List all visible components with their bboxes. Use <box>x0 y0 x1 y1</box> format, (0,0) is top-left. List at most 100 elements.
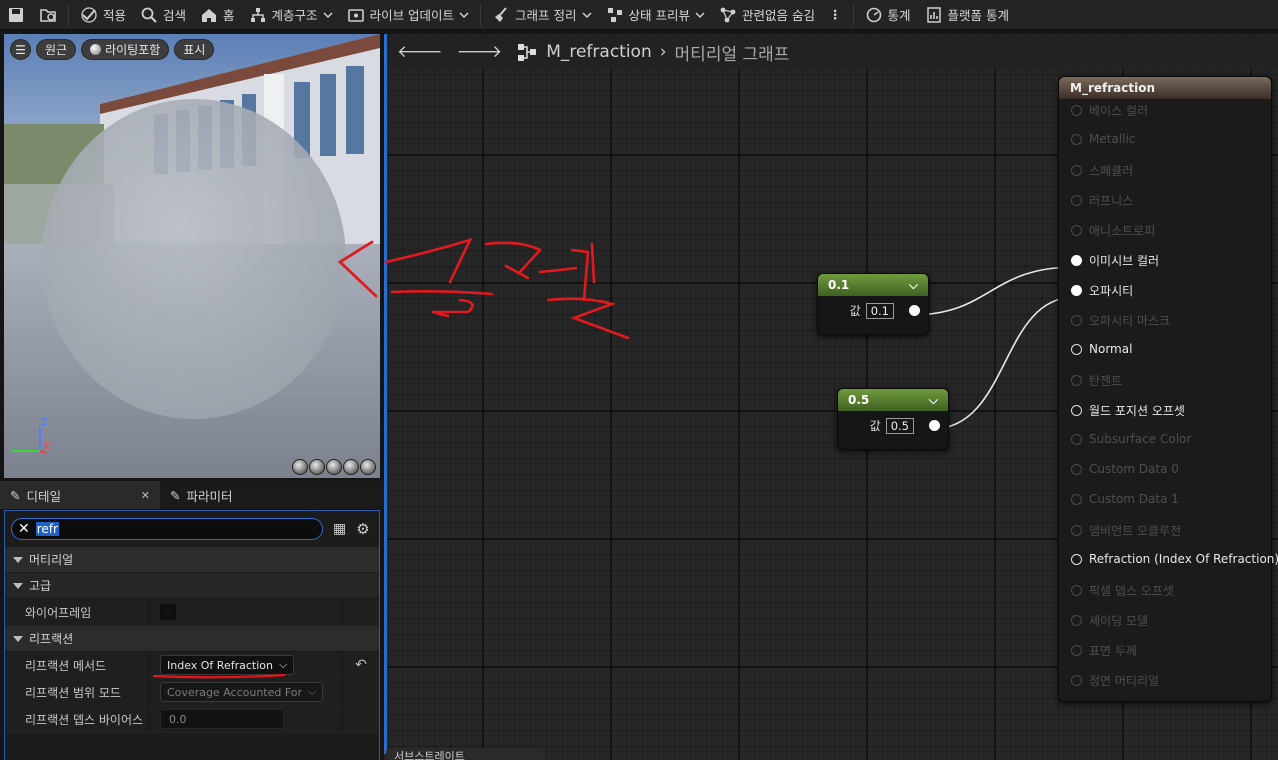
input-pin[interactable] <box>1071 225 1082 236</box>
input-pin[interactable] <box>1071 493 1082 505</box>
viewport-menu-button[interactable]: ☰ <box>10 39 31 60</box>
input-pin[interactable] <box>1071 285 1082 296</box>
back-arrow-icon[interactable]: 🡐 <box>397 42 443 62</box>
save-button[interactable] <box>0 0 32 30</box>
output-pin-row[interactable]: 셰이딩 모델 <box>1071 612 1148 629</box>
pencil-icon: ✎ <box>170 487 181 503</box>
stats-button[interactable]: 통계 <box>858 0 918 30</box>
input-pin[interactable] <box>1071 433 1082 445</box>
node-header[interactable]: 0.5 ⌵ <box>838 389 948 411</box>
wireframe-checkbox[interactable] <box>160 604 176 620</box>
input-pin[interactable] <box>1071 615 1082 626</box>
lit-mode-button[interactable]: 라이팅포함 <box>81 39 170 60</box>
hide-unrelated-button[interactable]: 관련없음 숨김 <box>712 0 822 30</box>
tab-details[interactable]: ✎ 디테일 ✕ <box>0 481 160 509</box>
graph-clean-button[interactable]: 그래프 정리 <box>485 0 598 30</box>
apply-button[interactable]: 적용 <box>73 0 133 30</box>
collapse-chevron-icon[interactable]: ⌵ <box>909 278 918 293</box>
input-pin[interactable] <box>1071 585 1082 596</box>
search-button[interactable]: 검색 <box>133 0 193 30</box>
category-material[interactable]: 머티리얼 <box>5 547 379 573</box>
material-output-node[interactable]: M_refraction 베이스 컬러 Metallic 스페큘러러프니스애니소트로… <box>1058 76 1278 702</box>
output-pin-row[interactable]: Metallic <box>1071 132 1135 146</box>
pin-label: 표면 두께 <box>1089 644 1137 658</box>
table-view-icon[interactable]: ▦ <box>333 521 346 537</box>
refraction-depth-input[interactable]: 0.0 <box>160 709 284 729</box>
output-pin-row[interactable]: 표면 두께 <box>1071 642 1137 659</box>
output-pin-row[interactable]: 애니소트로피 <box>1071 222 1155 239</box>
output-pin[interactable] <box>909 305 920 316</box>
output-pin-row[interactable]: 베이스 컬러 <box>1071 102 1148 119</box>
input-pin[interactable] <box>1071 255 1082 266</box>
live-update-button[interactable]: 라이브 업데이트 <box>340 0 476 30</box>
input-pin[interactable] <box>1071 525 1082 536</box>
show-button[interactable]: 표시 <box>174 39 215 60</box>
platform-stats-button[interactable]: 플랫폼 통계 <box>918 0 1016 30</box>
value-input[interactable]: 0.1 <box>865 302 894 319</box>
output-pin-row[interactable]: Refraction (Index Of Refraction) <box>1071 552 1278 566</box>
input-pin[interactable] <box>1071 553 1082 565</box>
node-header[interactable]: 0.1 ⌵ <box>818 274 928 296</box>
output-pin-row[interactable]: 이미시브 컬러 <box>1071 252 1159 269</box>
input-pin[interactable] <box>1071 105 1082 116</box>
cube-shape-icon[interactable] <box>343 459 359 475</box>
cylinder-shape-icon[interactable] <box>292 459 308 475</box>
input-pin[interactable] <box>1071 343 1082 355</box>
output-pin-row[interactable]: 러프니스 <box>1071 192 1133 209</box>
input-pin[interactable] <box>1071 405 1082 416</box>
plane-shape-icon[interactable] <box>326 459 342 475</box>
close-icon[interactable]: ✕ <box>141 489 150 502</box>
clear-search-icon[interactable]: ✕ <box>18 521 30 537</box>
pin-label: 셰이딩 모델 <box>1089 614 1149 628</box>
refraction-coverage-dropdown[interactable]: Coverage Accounted For ⌵ <box>160 682 324 702</box>
material-graph-icon <box>518 44 537 61</box>
details-search-input[interactable]: ✕ refr <box>11 518 323 540</box>
category-refraction[interactable]: 리프랙션 <box>5 626 379 652</box>
value-input[interactable]: 0.5 <box>885 417 914 434</box>
output-pin-row[interactable]: 탄젠트 <box>1071 372 1122 389</box>
input-pin[interactable] <box>1071 165 1082 176</box>
gear-icon[interactable]: ⚙ <box>356 520 369 538</box>
more-options-button[interactable]: ⋮ <box>822 0 849 30</box>
output-node-header[interactable]: M_refraction <box>1059 77 1271 99</box>
output-pin-row[interactable]: 정면 머티리얼 <box>1071 672 1159 689</box>
input-pin[interactable] <box>1071 463 1082 475</box>
collapse-arrow-icon <box>13 556 23 563</box>
output-pin-row[interactable]: 오파시티 마스크 <box>1071 312 1170 329</box>
constant-node-0-1[interactable]: 0.1 ⌵ 값 0.1 <box>817 273 929 335</box>
tab-substrate[interactable]: 서브스트레이트 <box>386 748 544 760</box>
output-pin-row[interactable]: Subsurface Color <box>1071 432 1191 446</box>
output-pin-row[interactable]: 픽셀 뎁스 오프셋 <box>1071 582 1174 599</box>
browse-button[interactable] <box>32 0 64 30</box>
output-pin-row[interactable]: 앰비언트 오클루전 <box>1071 522 1181 539</box>
breadcrumb-material[interactable]: M_refraction <box>546 42 652 62</box>
hierarchy-button[interactable]: 계층구조 <box>242 0 340 30</box>
output-pin-row[interactable]: Custom Data 0 <box>1071 462 1179 476</box>
home-button[interactable]: 홈 <box>193 0 242 30</box>
category-advanced[interactable]: 고급 <box>5 573 379 599</box>
constant-node-0-5[interactable]: 0.5 ⌵ 값 0.5 <box>837 388 949 450</box>
input-pin[interactable] <box>1071 315 1082 326</box>
input-pin[interactable] <box>1071 675 1082 686</box>
output-pin-row[interactable]: Custom Data 1 <box>1071 492 1179 506</box>
sphere-shape-icon[interactable] <box>309 459 325 475</box>
preview-viewport[interactable]: ☰ 원근 라이팅포함 표시 Z X <box>4 34 380 478</box>
forward-arrow-icon[interactable]: 🡒 <box>457 42 503 62</box>
input-pin[interactable] <box>1071 375 1082 386</box>
teapot-shape-icon[interactable] <box>360 459 376 475</box>
perspective-button[interactable]: 원근 <box>36 39 77 60</box>
tab-parameters[interactable]: ✎ 파라미터 <box>160 481 243 509</box>
breadcrumb: M_refraction › 머티리얼 그래프 <box>516 40 789 65</box>
input-pin[interactable] <box>1071 195 1082 206</box>
perspective-label: 원근 <box>45 43 68 57</box>
collapse-chevron-icon[interactable]: ⌵ <box>929 393 938 408</box>
output-pin[interactable] <box>929 420 940 431</box>
input-pin[interactable] <box>1071 133 1082 145</box>
output-pin-row[interactable]: 오파시티 <box>1071 282 1133 299</box>
output-pin-row[interactable]: 스페큘러 <box>1071 162 1133 179</box>
output-pin-row[interactable]: Normal <box>1071 342 1132 356</box>
state-preview-button[interactable]: 상태 프리뷰 <box>599 0 712 30</box>
reset-to-default-icon[interactable]: ↶ <box>343 652 379 678</box>
output-pin-row[interactable]: 월드 포지션 오프셋 <box>1071 402 1185 419</box>
input-pin[interactable] <box>1071 645 1082 656</box>
